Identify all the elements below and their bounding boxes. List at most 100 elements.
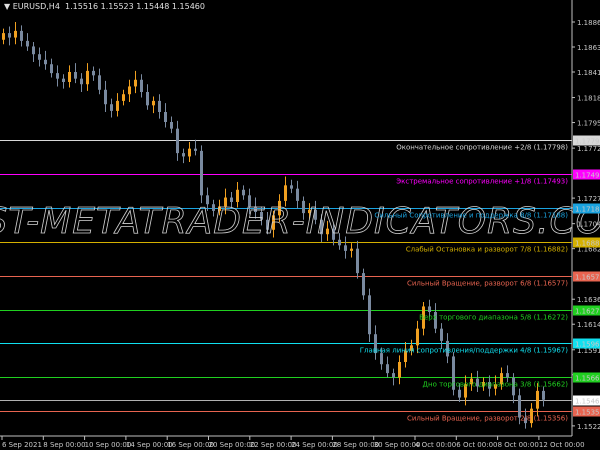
price-tick-label: 1.16365 (577, 296, 600, 304)
candle-body (38, 54, 41, 60)
level-label: Сильный Вращение, разворот 6/8 (1.16577) (407, 280, 568, 288)
candle-body (2, 33, 5, 40)
candle-body (242, 189, 245, 196)
time-tick-label: 16 Sep 00:00 (167, 441, 214, 449)
candle-body (56, 73, 59, 79)
time-tick-label: 20 Sep 00:00 (209, 441, 256, 449)
candle-body (26, 40, 29, 47)
candle-body (386, 364, 389, 374)
candle-body (116, 100, 119, 111)
time-tick-label: 4 Oct 00:00 (415, 441, 456, 449)
candle-body (62, 78, 65, 82)
candle-body (80, 78, 83, 85)
level-label: Слабый Остановка и разворот 7/8 (1.16882… (406, 246, 569, 254)
chart-window[interactable]: BEST-METATRADER-INDICATORS.COM Окончател… (0, 0, 600, 450)
time-tick-label: 8 Oct 00:00 (498, 441, 539, 449)
candle-body (296, 188, 299, 201)
candle-body (128, 86, 131, 95)
price-axis[interactable]: 1.18860 1.18635 1.18410 1.18180 1.17955 1.177… (572, 19, 600, 431)
time-tick-label: 6 Oct 00:00 (456, 441, 497, 449)
candle-body (164, 111, 167, 122)
candle-body (362, 273, 365, 296)
candle-body (110, 104, 113, 111)
triangle-down-icon[interactable]: ▼ (4, 2, 13, 11)
candle-body (344, 245, 347, 251)
candle-body (368, 295, 371, 335)
candle-body (194, 148, 197, 151)
candle-body (32, 46, 35, 55)
candle-body (50, 64, 53, 74)
time-tick-label: 28 Sep 00:00 (332, 441, 379, 449)
candle-body (200, 150, 203, 196)
time-tick-label: 10 Sep 00:00 (85, 441, 132, 449)
level-price-value: 1.16882 (575, 240, 600, 248)
price-chart[interactable]: BEST-METATRADER-INDICATORS.COM Окончател… (0, 0, 600, 450)
time-tick-label: 12 Oct 00:00 (539, 441, 585, 449)
level-price-value: 1.16577 (575, 274, 600, 282)
candle-body (284, 185, 287, 201)
price-tick-label: 1.18635 (577, 44, 600, 52)
level-label: Сильный Сопротивление и поддержка 8/8 (1… (374, 212, 568, 220)
price-tick-label: 1.18180 (577, 95, 600, 103)
candle-body (140, 79, 143, 92)
watermark-text: BEST-METATRADER-INDICATORS.COM (0, 201, 600, 242)
candle-body (86, 70, 89, 85)
level-labels: Окончательное сопротивление +2/8 (1.1779… (360, 144, 568, 423)
time-tick-label: 6 Sep 2021 (2, 441, 42, 449)
time-tick-label: 24 Sep 00:00 (291, 441, 338, 449)
level-price-value: 1.17493 (575, 172, 600, 180)
candle-body (416, 328, 419, 346)
time-axis[interactable]: 6 Sep 2021 8 Sep 00:00 10 Sep 00:0014 Sep … (1, 436, 585, 449)
price-tick-label: 1.15225 (577, 423, 600, 431)
candle-body (92, 70, 95, 76)
candle-body (152, 100, 155, 106)
price-tick-label: 1.18410 (577, 69, 600, 77)
candle-body (44, 59, 47, 65)
level-price-value: 1.15662 (575, 375, 600, 383)
candle-body (104, 89, 107, 105)
price-tick-label: 1.18860 (577, 19, 600, 27)
candle-body (98, 75, 101, 90)
level-label: Экстремальное сопротивление +1/8 (1.1749… (396, 178, 568, 186)
ohlc-readout: 1.15516 1.15523 1.15448 1.15460 (65, 2, 205, 11)
level-label: Главная линия сопротивления/поддержки 4/… (360, 347, 568, 355)
candle-body (356, 248, 359, 274)
candle-body (398, 361, 401, 378)
price-tick-label: 1.17045 (577, 221, 600, 229)
candle-body (428, 306, 431, 312)
candle-body (146, 91, 149, 106)
candle-body (536, 390, 539, 409)
candle-body (440, 328, 443, 341)
candle-body (134, 79, 137, 87)
time-tick-label: 22 Sep 00:00 (250, 441, 297, 449)
candle-body (170, 121, 173, 129)
level-label: Дно торгового диапазона 3/8 (1.15662) (423, 381, 569, 389)
level-label: Сильный Вращение, разворот 2/8 (1.15356) (407, 415, 568, 423)
level-price-value: 1.15356 (575, 409, 600, 417)
candle-body (8, 33, 11, 38)
candle-body (68, 71, 71, 82)
candle-body (506, 373, 509, 378)
time-tick-label: 14 Sep 00:00 (126, 441, 173, 449)
price-tick-label: 1.17275 (577, 195, 600, 203)
level-price-value: 1.17798 (575, 138, 600, 146)
candle-body (188, 148, 191, 157)
candle-body (182, 153, 185, 157)
candle-body (14, 30, 17, 38)
price-tick-label: 1.17725 (577, 145, 600, 153)
candle-body (458, 389, 461, 398)
candle-body (158, 100, 161, 112)
watermark: BEST-METATRADER-INDICATORS.COM (0, 201, 600, 243)
time-tick-label: 30 Sep 00:00 (374, 441, 421, 449)
candle-body (74, 71, 77, 79)
level-label: Окончательное сопротивление +2/8 (1.1779… (396, 144, 568, 152)
candle-body (380, 353, 383, 365)
current-price-value: 1.15460 (575, 398, 600, 406)
candle-body (542, 390, 545, 400)
symbol-label: EURUSD,H4 (12, 2, 60, 11)
candle-body (20, 30, 23, 41)
candle-body (122, 94, 125, 101)
price-tick-label: 1.16140 (577, 321, 600, 329)
chart-header: ▼ EURUSD,H4 1.15516 1.15523 1.15448 1.15… (4, 2, 205, 11)
candle-body (392, 373, 395, 378)
